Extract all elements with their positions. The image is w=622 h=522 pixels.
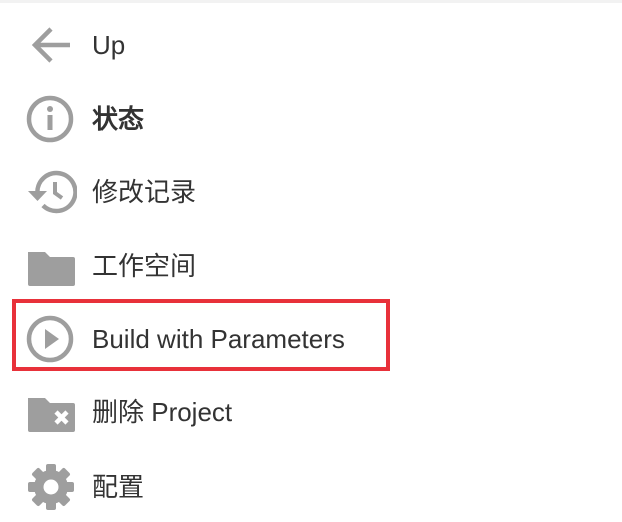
sidebar-item-label: 工作空间 xyxy=(92,251,197,281)
arrow-left-icon xyxy=(25,21,77,69)
sidebar-item-label: Up xyxy=(92,30,126,60)
sidebar-item-configure[interactable]: 配置 xyxy=(0,458,622,516)
sidebar-item-label: 状态 xyxy=(92,104,145,134)
folder-icon xyxy=(25,242,77,290)
sidebar-item-label: Build with Parameters xyxy=(92,324,345,354)
sidebar-item-delete-project[interactable]: 删除 Project xyxy=(0,383,622,441)
sidebar-item-up[interactable]: Up xyxy=(0,16,622,74)
sidebar-item-status[interactable]: 状态 xyxy=(0,90,622,148)
sidebar-item-changes[interactable]: 修改记录 xyxy=(0,163,622,221)
sidebar-item-label: 删除 Project xyxy=(92,397,233,427)
gear-icon xyxy=(25,463,77,511)
sidebar-item-workspace[interactable]: 工作空间 xyxy=(0,237,622,295)
sidebar-menu: Up 状态 修改记录 工作空间 Build with Parameters 删除… xyxy=(0,0,622,522)
sidebar-item-label: 配置 xyxy=(92,472,145,502)
sidebar-item-label: 修改记录 xyxy=(92,177,197,207)
folder-delete-icon xyxy=(25,388,77,436)
info-icon xyxy=(25,95,77,143)
play-circle-icon xyxy=(25,315,77,363)
history-icon xyxy=(25,168,77,216)
sidebar-item-build-with-parameters[interactable]: Build with Parameters xyxy=(0,310,622,368)
